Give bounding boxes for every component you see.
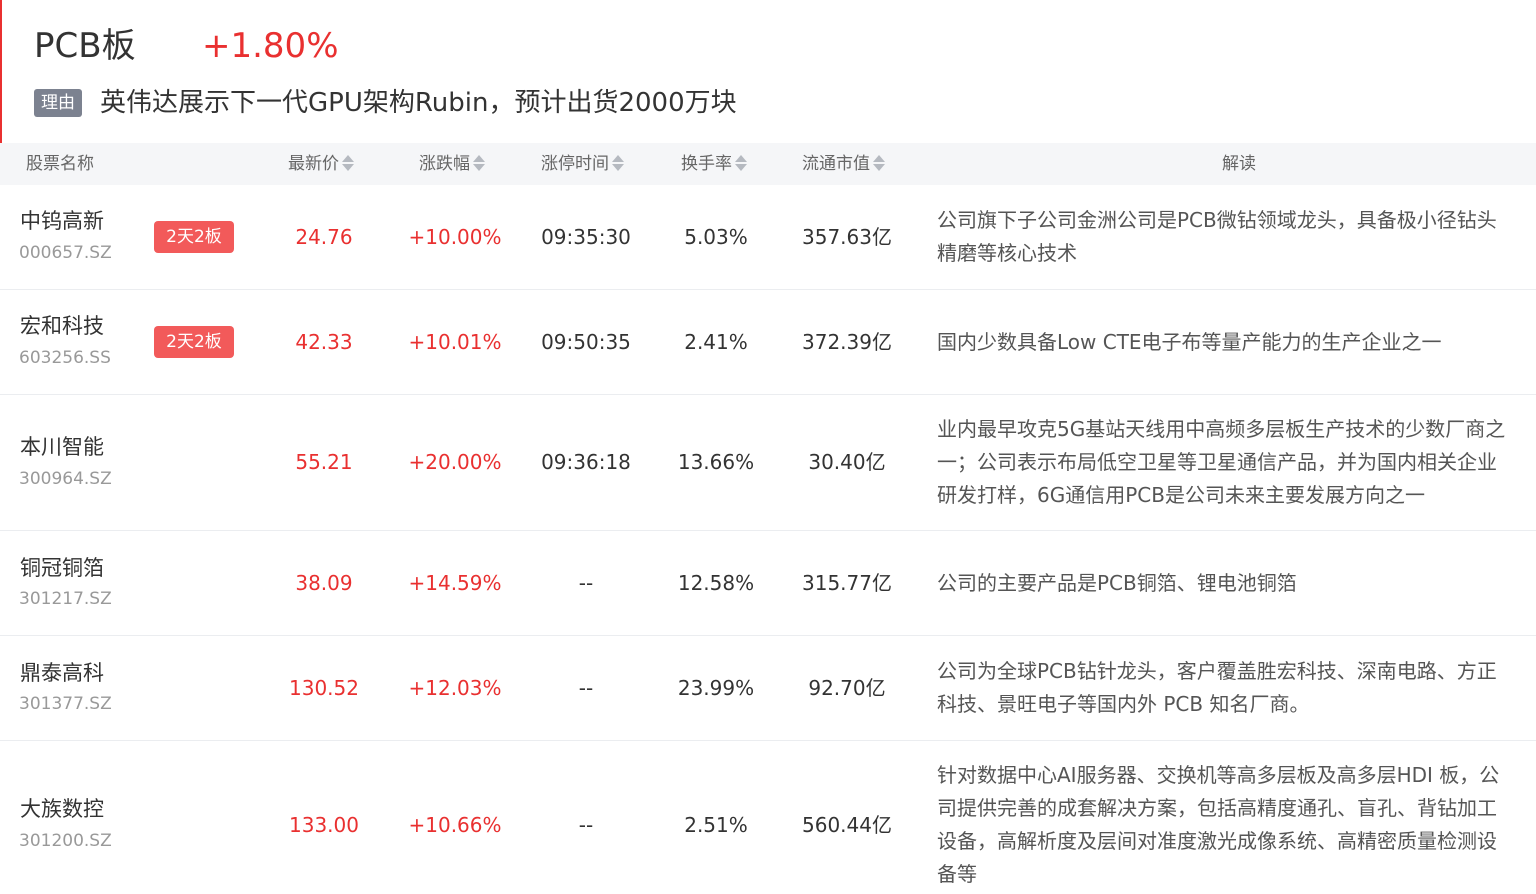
sort-icon[interactable] [342, 154, 354, 172]
change-cell: +10.01% [408, 330, 502, 354]
explanation-cell: 公司的主要产品是PCB铜箔、锂电池铜箔 [937, 567, 1531, 600]
table-row[interactable]: 大族数控 301200.SZ 133.00 +10.66% -- 2.51% 5… [0, 741, 1536, 894]
table-row[interactable]: 本川智能 300964.SZ 55.21 +20.00% 09:36:18 13… [0, 395, 1536, 531]
stock-code: 301217.SZ [19, 589, 112, 609]
turnover-cell: 13.66% [677, 450, 755, 474]
stock-name[interactable]: 本川智能 [20, 431, 104, 461]
change-cell: +10.00% [408, 225, 502, 249]
stock-code: 603256.SS [19, 348, 111, 368]
limit-time-cell: 09:50:35 [541, 330, 631, 354]
explanation-line: 司提供完善的成套解决方案，包括高精度通孔、盲孔、背钻加工 [937, 796, 1497, 820]
limit-time-cell: -- [578, 813, 594, 837]
limit-time-cell: 09:35:30 [541, 225, 631, 249]
explanation-line: 公司为全球PCB钻针龙头，客户覆盖胜宏科技、深南电路、方正 [937, 659, 1497, 683]
explanation-cell: 公司为全球PCB钻针龙头，客户覆盖胜宏科技、深南电路、方正 科技、景旺电子等国内… [937, 655, 1531, 721]
stock-name[interactable]: 铜冠铜箔 [20, 552, 104, 582]
turnover-cell: 12.58% [677, 571, 755, 595]
stock-code: 000657.SZ [19, 243, 112, 263]
sort-icon[interactable] [735, 154, 747, 172]
sector-change: +1.80% [202, 26, 339, 66]
explanation-cell: 业内最早攻克5G基站天线用中高频多层板生产技术的少数厂商之 一；公司表示布局低空… [937, 413, 1531, 512]
col-header-turnover[interactable]: 换手率 [681, 143, 747, 185]
sort-icon[interactable] [873, 154, 885, 172]
limit-time-cell: -- [578, 676, 594, 700]
price-cell: 42.33 [295, 330, 353, 354]
stock-code: 301200.SZ [19, 831, 112, 851]
price-cell: 38.09 [295, 571, 353, 595]
reason-tag: 理由 [34, 89, 82, 117]
limit-time-cell: 09:36:18 [541, 450, 631, 474]
table-header: 股票名称 最新价 涨跌幅 涨停时间 换手率 流通市值 解读 [0, 143, 1536, 185]
market-cap-cell: 372.39亿 [802, 330, 892, 354]
col-header-explanation: 解读 [1222, 154, 1256, 174]
market-cap-cell: 315.77亿 [802, 571, 892, 595]
market-cap-cell: 92.70亿 [808, 676, 886, 700]
limit-up-badge: 2天2板 [154, 326, 234, 358]
explanation-line: 公司旗下子公司金洲公司是PCB微钻领域龙头，具备极小径钻头 [937, 208, 1497, 232]
reason-text: 英伟达展示下一代GPU架构Rubin，预计出货2000万块 [100, 88, 737, 118]
explanation-line: 公司的主要产品是PCB铜箔、锂电池铜箔 [937, 571, 1297, 595]
limit-time-cell: -- [578, 571, 594, 595]
table-row[interactable]: 中钨高新 000657.SZ 2天2板 24.76 +10.00% 09:35:… [0, 185, 1536, 290]
turnover-cell: 2.41% [684, 330, 748, 354]
price-cell: 24.76 [295, 225, 353, 249]
col-header-price[interactable]: 最新价 [288, 143, 354, 185]
explanation-line: 精磨等核心技术 [937, 241, 1077, 265]
turnover-cell: 5.03% [684, 225, 748, 249]
stock-name[interactable]: 大族数控 [20, 793, 104, 823]
price-cell: 55.21 [295, 450, 353, 474]
sort-icon[interactable] [612, 154, 624, 172]
stock-name[interactable]: 鼎泰高科 [20, 657, 104, 687]
change-cell: +10.66% [408, 813, 502, 837]
sort-icon[interactable] [473, 154, 485, 172]
table-row[interactable]: 铜冠铜箔 301217.SZ 38.09 +14.59% -- 12.58% 3… [0, 531, 1536, 636]
explanation-line: 国内少数具备Low CTE电子布等量产能力的生产企业之一 [937, 330, 1442, 354]
table-row[interactable]: 宏和科技 603256.SS 2天2板 42.33 +10.01% 09:50:… [0, 290, 1536, 395]
market-cap-cell: 560.44亿 [802, 813, 892, 837]
change-cell: +20.00% [408, 450, 502, 474]
limit-up-badge: 2天2板 [154, 221, 234, 253]
price-cell: 133.00 [289, 813, 359, 837]
stock-name[interactable]: 宏和科技 [20, 310, 104, 340]
stock-name[interactable]: 中钨高新 [20, 205, 104, 235]
stock-code: 301377.SZ [19, 694, 112, 714]
explanation-line: 针对数据中心AI服务器、交换机等高多层板及高多层HDI 板，公 [937, 763, 1500, 787]
explanation-line: 一；公司表示布局低空卫星等卫星通信产品，并为国内相关企业 [937, 450, 1497, 474]
price-cell: 130.52 [289, 676, 359, 700]
header-accent-bar [0, 0, 2, 143]
sector-header: PCB板 +1.80% 理由 英伟达展示下一代GPU架构Rubin，预计出货20… [0, 0, 1536, 143]
change-cell: +14.59% [408, 571, 502, 595]
turnover-cell: 2.51% [684, 813, 748, 837]
col-header-name: 股票名称 [26, 154, 94, 174]
explanation-line: 研发打样，6G通信用PCB是公司未来主要发展方向之一 [937, 483, 1425, 507]
explanation-line: 科技、景旺电子等国内外 PCB 知名厂商。 [937, 692, 1310, 716]
explanation-cell: 国内少数具备Low CTE电子布等量产能力的生产企业之一 [937, 326, 1531, 359]
explanation-line: 备等 [937, 862, 977, 886]
col-header-limit-time[interactable]: 涨停时间 [541, 143, 624, 185]
explanation-line: 业内最早攻克5G基站天线用中高频多层板生产技术的少数厂商之 [937, 417, 1506, 441]
explanation-line: 设备，高解析度及层间对准度激光成像系统、高精密质量检测设 [937, 829, 1497, 853]
market-cap-cell: 30.40亿 [808, 450, 886, 474]
market-cap-cell: 357.63亿 [802, 225, 892, 249]
col-header-change[interactable]: 涨跌幅 [419, 143, 485, 185]
stock-code: 300964.SZ [19, 469, 112, 489]
explanation-cell: 公司旗下子公司金洲公司是PCB微钻领域龙头，具备极小径钻头 精磨等核心技术 [937, 204, 1531, 270]
change-cell: +12.03% [408, 676, 502, 700]
explanation-cell: 针对数据中心AI服务器、交换机等高多层板及高多层HDI 板，公 司提供完善的成套… [937, 759, 1531, 891]
turnover-cell: 23.99% [677, 676, 755, 700]
sector-name: PCB板 [34, 26, 136, 66]
table-row[interactable]: 鼎泰高科 301377.SZ 130.52 +12.03% -- 23.99% … [0, 636, 1536, 741]
col-header-market-cap[interactable]: 流通市值 [802, 143, 885, 185]
